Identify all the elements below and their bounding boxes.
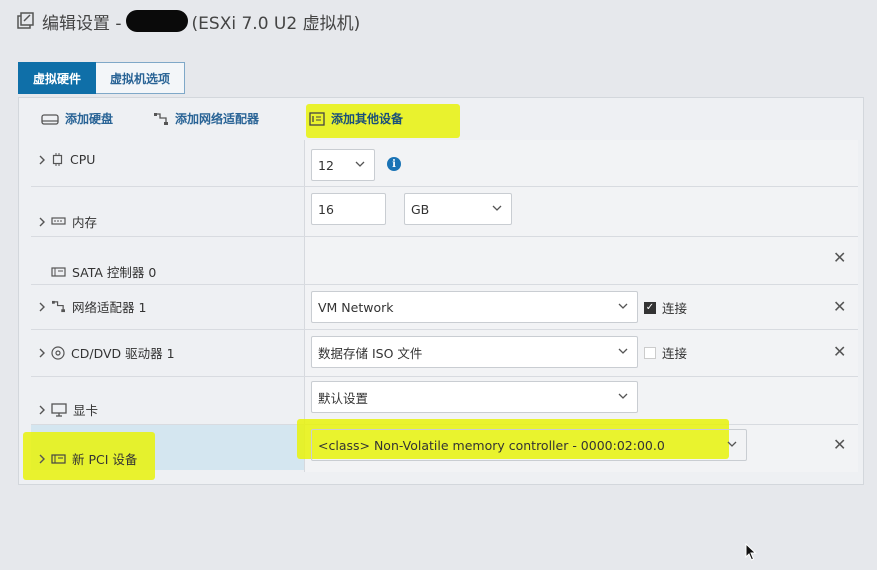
memory-row-label[interactable]: 内存 bbox=[37, 212, 97, 231]
chevron-down-icon bbox=[618, 303, 628, 309]
row-divider bbox=[31, 329, 858, 330]
memory-size-value: 16 bbox=[318, 201, 334, 217]
chevron-right-icon bbox=[39, 405, 45, 414]
row-divider bbox=[31, 376, 858, 377]
memory-label: 内存 bbox=[72, 215, 98, 230]
mouse-cursor-icon bbox=[745, 543, 757, 561]
info-icon[interactable]: i bbox=[387, 157, 401, 171]
network-adapter-icon bbox=[52, 300, 65, 313]
memory-size-input[interactable]: 16 bbox=[311, 193, 386, 225]
sata-label: SATA 控制器 0 bbox=[72, 265, 157, 280]
chevron-right-icon bbox=[39, 155, 45, 164]
network-value: VM Network bbox=[318, 299, 394, 315]
memory-icon bbox=[51, 217, 66, 225]
network-connect-label: 连接 bbox=[662, 301, 688, 316]
add-network-button[interactable]: 添加网络适配器 bbox=[153, 110, 259, 127]
checkbox-unchecked-icon bbox=[644, 346, 656, 359]
network-label: 网络适配器 1 bbox=[72, 300, 147, 315]
sata-row-label[interactable]: SATA 控制器 0 bbox=[51, 262, 156, 281]
hard-disk-icon bbox=[41, 113, 59, 125]
cddvd-value: 数据存储 ISO 文件 bbox=[318, 345, 423, 361]
window-title: 编辑设置 - (ESXi 7.0 U2 虚拟机) bbox=[16, 6, 360, 36]
edit-settings-icon bbox=[17, 12, 34, 29]
remove-cddvd-button[interactable]: ✕ bbox=[833, 342, 846, 361]
monitor-icon bbox=[51, 402, 67, 417]
device-icon bbox=[309, 111, 325, 126]
remove-network-button[interactable]: ✕ bbox=[833, 297, 846, 316]
cpu-icon bbox=[52, 153, 63, 166]
controller-icon bbox=[51, 266, 66, 277]
redacted-vm-name bbox=[125, 10, 188, 32]
chevron-down-icon bbox=[618, 393, 628, 399]
row-divider bbox=[31, 186, 858, 187]
add-other-label: 添加其他设备 bbox=[331, 112, 404, 126]
add-disk-button[interactable]: 添加硬盘 bbox=[41, 110, 113, 127]
add-other-device-button[interactable]: 添加其他设备 bbox=[309, 110, 403, 127]
cddvd-label: CD/DVD 驱动器 1 bbox=[71, 346, 175, 361]
display-value: 默认设置 bbox=[318, 390, 369, 406]
network-connect-checkbox[interactable]: ✓ 连接 bbox=[644, 298, 687, 317]
row-divider bbox=[31, 236, 858, 237]
display-row-label[interactable]: 显卡 bbox=[37, 400, 98, 419]
remove-sata-button[interactable]: ✕ bbox=[833, 248, 846, 267]
add-network-label: 添加网络适配器 bbox=[175, 112, 260, 126]
tab-vm-options[interactable]: 虚拟机选项 bbox=[96, 62, 186, 94]
chevron-down-icon bbox=[618, 348, 628, 354]
display-label: 显卡 bbox=[73, 403, 99, 418]
cpu-count-select[interactable]: 12 bbox=[311, 149, 375, 181]
network-select[interactable]: VM Network bbox=[311, 291, 638, 323]
title-suffix: (ESXi 7.0 U2 虚拟机) bbox=[191, 13, 361, 34]
row-divider bbox=[31, 284, 858, 285]
toolbar: 添加硬盘 添加网络适配器 添加其他设备 bbox=[19, 98, 863, 140]
chevron-right-icon bbox=[39, 348, 45, 357]
chevron-right-icon bbox=[39, 454, 45, 463]
cpu-count-value: 12 bbox=[318, 157, 334, 173]
chevron-down-icon bbox=[727, 441, 737, 447]
pci-device-icon bbox=[51, 453, 66, 464]
pci-device-select[interactable]: <class> Non-Volatile memory controller -… bbox=[311, 429, 747, 461]
cddvd-connect-label: 连接 bbox=[662, 346, 688, 361]
title-prefix: 编辑设置 - bbox=[42, 13, 122, 34]
network-row-label[interactable]: 网络适配器 1 bbox=[37, 297, 146, 316]
pci-device-value: <class> Non-Volatile memory controller -… bbox=[318, 437, 665, 453]
tab-virtual-hardware[interactable]: 虚拟硬件 bbox=[18, 62, 97, 94]
remove-pci-button[interactable]: ✕ bbox=[833, 435, 846, 454]
pci-row-label[interactable]: 新 PCI 设备 bbox=[37, 449, 137, 468]
memory-unit-select[interactable]: GB bbox=[404, 193, 512, 225]
display-select[interactable]: 默认设置 bbox=[311, 381, 638, 413]
cddvd-connect-checkbox[interactable]: 连接 bbox=[644, 343, 687, 362]
cddvd-row-label[interactable]: CD/DVD 驱动器 1 bbox=[37, 343, 175, 362]
network-adapter-icon bbox=[154, 112, 168, 125]
add-disk-label: 添加硬盘 bbox=[65, 112, 114, 126]
cpu-label: CPU bbox=[70, 152, 96, 167]
hardware-panel: 添加硬盘 添加网络适配器 添加其他设备 CPU 12 i 内存 16 GB SA… bbox=[18, 97, 864, 485]
chevron-down-icon bbox=[355, 161, 365, 167]
pci-label: 新 PCI 设备 bbox=[72, 452, 138, 467]
tab-bar: 虚拟硬件 虚拟机选项 bbox=[18, 62, 186, 94]
cpu-row-label[interactable]: CPU bbox=[37, 152, 95, 167]
disc-icon bbox=[51, 345, 65, 360]
checkbox-checked-icon: ✓ bbox=[644, 301, 656, 314]
chevron-right-icon bbox=[39, 217, 45, 226]
cddvd-select[interactable]: 数据存储 ISO 文件 bbox=[311, 336, 638, 368]
chevron-down-icon bbox=[492, 205, 502, 211]
memory-unit-value: GB bbox=[411, 201, 430, 217]
chevron-right-icon bbox=[39, 302, 45, 311]
